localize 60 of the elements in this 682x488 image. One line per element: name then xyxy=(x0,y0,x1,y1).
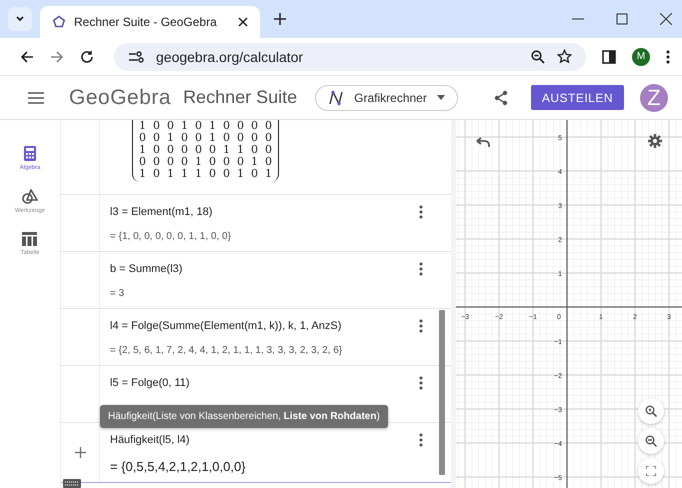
tab-title: Rechner Suite - GeoGebra xyxy=(74,15,218,29)
expression-input[interactable]: l4 = Folge(Summe(Element(m1, k)), k, 1, AnzS) xyxy=(110,320,342,332)
more-icon[interactable] xyxy=(419,205,423,219)
star-icon[interactable] xyxy=(557,49,572,64)
app-title: Rechner Suite xyxy=(183,87,298,108)
back-icon[interactable] xyxy=(20,50,34,64)
share-button[interactable]: AUSTEILEN xyxy=(530,85,624,110)
new-tab-icon[interactable] xyxy=(274,13,286,25)
expression-output: = 3 xyxy=(110,288,126,299)
reload-icon[interactable] xyxy=(80,50,94,64)
zoom-icon[interactable] xyxy=(531,50,545,64)
zoom-out-icon xyxy=(645,435,657,447)
zoom-out-button[interactable] xyxy=(638,428,664,454)
share-icon[interactable] xyxy=(492,90,509,106)
calculator-icon xyxy=(24,146,36,161)
settings-icon[interactable] xyxy=(648,134,662,148)
table-icon xyxy=(22,232,38,246)
more-icon[interactable] xyxy=(419,262,423,276)
algebra-row[interactable]: 1 0 0 1 0 1 0 0 0 0 0 0 1 0 0 1 0 0 0 0 1 0 0 0 0 0 1 1 0 0 0 0 0 0 1 0 0 0 1 0 1 0 1 1 1 0 0 1 0 1 xyxy=(61,120,451,195)
maximize-icon[interactable] xyxy=(616,13,628,25)
expression-output: = {2, 5, 6, 1, 7, 2, 4, 4, 1, 2, 1, 1, 1, 3, 3, 3, 2, 3, 2, 6} xyxy=(110,345,344,356)
more-icon[interactable] xyxy=(419,433,423,447)
fullscreen-icon xyxy=(646,466,656,476)
menu-icon[interactable] xyxy=(28,92,44,104)
more-icon[interactable] xyxy=(419,376,423,390)
chevron-down-icon xyxy=(15,14,25,24)
add-icon[interactable] xyxy=(74,447,86,458)
close-icon[interactable] xyxy=(238,17,248,27)
app-selector[interactable]: Grafikrechner xyxy=(315,84,458,110)
expression-output: = {0,5,5,4,2,1,2,1,0,0,0} xyxy=(110,459,247,474)
matrix: 1 0 0 1 0 1 0 0 0 0 0 0 1 0 0 1 0 0 0 0 1 0 0 0 0 0 1 1 0 0 0 0 0 0 1 0 0 0 1 0 1 0 1 1 1 0 0 1 0 1 xyxy=(132,120,279,182)
more-icon[interactable] xyxy=(419,319,423,333)
curve-icon xyxy=(328,90,344,106)
pentagon-icon xyxy=(52,15,66,29)
tab-list-button[interactable] xyxy=(8,7,32,31)
algebra-row[interactable]: l5 = Folge(0, 11) Häufigkeit(Liste von Klassenbereichen, Liste von Rohdaten) xyxy=(61,366,451,423)
caret-icon xyxy=(436,95,445,100)
expression-input[interactable]: l5 = Folge(0, 11) xyxy=(110,377,190,389)
address-field[interactable]: geogebra.org/calculator xyxy=(114,42,586,70)
close-icon[interactable] xyxy=(660,13,672,25)
expression-input[interactable]: l3 = Element(m1, 18) xyxy=(110,206,212,218)
site-settings-icon[interactable] xyxy=(128,50,144,64)
expression-input[interactable]: Häufigkeit(l5, l4) xyxy=(110,434,190,446)
zoom-in-button[interactable] xyxy=(638,398,664,424)
scrollbar[interactable] xyxy=(439,310,445,475)
side-panel-icon[interactable] xyxy=(602,50,616,64)
zoom-in-icon xyxy=(645,405,657,417)
expression-output: = {1, 0, 0, 0, 0, 0, 1, 1, 0, 0} xyxy=(110,231,232,242)
tooltip: Häufigkeit(Liste von Klassenbereichen, Liste von Rohdaten) xyxy=(100,405,388,428)
profile-avatar[interactable]: M xyxy=(632,48,650,66)
algebra-row[interactable]: b = Summe(l3) = 3 xyxy=(61,252,451,309)
logo: GeoGebra xyxy=(69,86,172,110)
more-icon[interactable] xyxy=(666,50,670,64)
forward-icon[interactable] xyxy=(50,50,64,64)
browser-tab[interactable]: Rechner Suite - GeoGebra xyxy=(40,6,260,38)
undo-icon[interactable] xyxy=(476,137,490,148)
keyboard-icon[interactable] xyxy=(63,479,81,488)
algebra-row[interactable]: l3 = Element(m1, 18) = {1, 0, 0, 0, 0, 0, 1, 1, 0, 0} xyxy=(61,195,451,252)
expression-input[interactable]: b = Summe(l3) xyxy=(110,263,182,275)
shapes-icon xyxy=(22,189,38,204)
